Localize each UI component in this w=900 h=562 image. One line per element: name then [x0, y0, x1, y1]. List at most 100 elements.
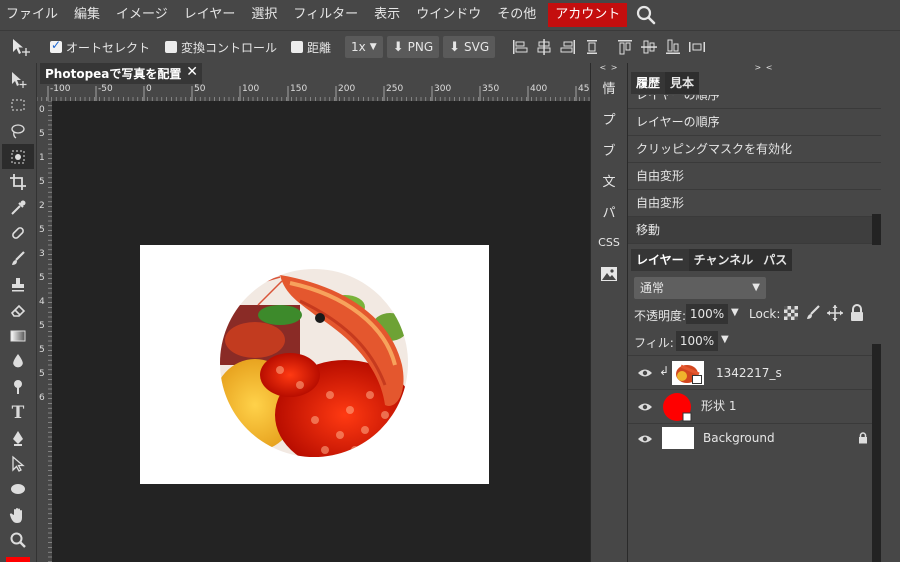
brush-panel-button[interactable]: ブ	[591, 134, 627, 165]
lasso-tool[interactable]	[2, 118, 34, 144]
type-tool[interactable]: T	[2, 400, 34, 426]
align-distribute-icon[interactable]	[583, 38, 601, 56]
distances-checkbox[interactable]: 距離	[291, 39, 331, 56]
foreground-color-swatch[interactable]	[6, 557, 30, 562]
export-png-button[interactable]: ⬇ PNG	[386, 36, 440, 58]
eraser-tool[interactable]	[2, 297, 34, 323]
lock-icon	[858, 432, 868, 447]
menu-image[interactable]: イメージ	[108, 0, 176, 30]
dodge-tool[interactable]	[2, 374, 34, 400]
opacity-input[interactable]: 100%	[686, 304, 728, 324]
canvas-area[interactable]	[52, 101, 590, 562]
history-item[interactable]: 自由変形	[628, 190, 881, 217]
marquee-tool[interactable]	[2, 93, 34, 119]
zoom-tool[interactable]	[2, 528, 34, 554]
tab-layers[interactable]: レイヤー	[631, 249, 689, 271]
layer-row[interactable]: ↲ 1342217_s	[628, 355, 881, 389]
gradient-tool[interactable]	[2, 323, 34, 349]
fill-dropdown-icon[interactable]: ▼	[721, 334, 729, 345]
document-canvas[interactable]	[140, 245, 489, 484]
properties-panel-button[interactable]: プ	[591, 103, 627, 134]
menu-edit[interactable]: 編集	[66, 0, 108, 30]
ruler-label: 5	[39, 273, 45, 283]
align-bottom-icon[interactable]	[664, 38, 682, 56]
fill-input[interactable]: 100%	[676, 331, 718, 351]
close-icon[interactable]: ✕	[186, 64, 198, 80]
align-left-icon[interactable]	[511, 38, 529, 56]
layer-name[interactable]: 形状 1	[701, 397, 736, 414]
eye-icon[interactable]	[637, 402, 653, 412]
menu-select[interactable]: 選択	[243, 0, 285, 30]
zoom-dropdown[interactable]: 1x ▼	[345, 36, 383, 58]
tab-swatches[interactable]: 見本	[665, 72, 700, 94]
opacity-dropdown-icon[interactable]: ▼	[731, 307, 739, 318]
layer-name[interactable]: 1342217_s	[716, 366, 782, 380]
move-tool[interactable]	[2, 67, 34, 93]
blend-mode-select[interactable]: 通常 ▼	[634, 277, 766, 299]
menu-view[interactable]: 表示	[366, 0, 408, 30]
align-middle-icon[interactable]	[640, 38, 658, 56]
collapse-toggle[interactable]: < >	[591, 63, 627, 72]
menu-layer[interactable]: レイヤー	[176, 0, 244, 30]
tab-channels[interactable]: チャンネル	[688, 249, 759, 271]
tab-history[interactable]: 履歴	[631, 72, 666, 94]
menu-file[interactable]: ファイル	[0, 0, 66, 30]
align-center-icon[interactable]	[535, 38, 553, 56]
align-top-icon[interactable]	[616, 38, 634, 56]
crop-tool[interactable]	[2, 169, 34, 195]
brush-tool[interactable]	[2, 246, 34, 272]
layer-row[interactable]: 形状 1	[628, 389, 881, 423]
ruler-label: 3	[39, 249, 45, 259]
path-select-tool[interactable]	[2, 451, 34, 477]
blur-tool[interactable]	[2, 349, 34, 375]
info-panel-button[interactable]: 情	[591, 72, 627, 103]
distances-check[interactable]	[291, 41, 304, 53]
pen-tool[interactable]	[2, 425, 34, 451]
quick-select-icon	[11, 150, 25, 164]
right-panel: > < 履歴 見本 レイヤーの順序 レイヤーの順序 クリッピングマスクを有効化 …	[628, 63, 900, 562]
transform-controls-checkbox[interactable]: 変換コントロール	[165, 39, 277, 56]
history-item[interactable]: レイヤーの順序	[628, 109, 881, 136]
quick-select-tool[interactable]	[2, 143, 34, 170]
lock-transparency-icon[interactable]	[782, 304, 800, 325]
menu-more[interactable]: その他	[489, 0, 544, 30]
distribute-h-icon[interactable]	[688, 38, 706, 56]
tab-paths[interactable]: パス	[758, 249, 793, 271]
layer-name[interactable]: Background	[703, 431, 775, 445]
eye-icon[interactable]	[637, 434, 653, 444]
history-item[interactable]: 自由変形	[628, 163, 881, 190]
history-scrollbar[interactable]	[872, 214, 881, 245]
auto-select-checkbox[interactable]: オートセレクト	[50, 38, 150, 56]
search-icon[interactable]	[635, 4, 657, 26]
collapse-toggle[interactable]: > <	[628, 63, 900, 72]
eraser-icon	[10, 305, 26, 317]
eye-icon[interactable]	[637, 368, 653, 378]
transform-controls-check[interactable]	[165, 41, 178, 53]
menu-account[interactable]: アカウント	[548, 3, 628, 27]
history-item[interactable]: レイヤーの順序	[628, 95, 881, 109]
menu-window[interactable]: ウインドウ	[408, 0, 489, 30]
paragraph-panel-button[interactable]: パ	[591, 196, 627, 227]
auto-select-check[interactable]	[50, 38, 62, 53]
history-item-current[interactable]: 移動	[628, 217, 881, 244]
image-panel-button[interactable]	[591, 258, 627, 289]
history-item[interactable]: クリッピングマスクを有効化	[628, 136, 881, 163]
css-panel-button[interactable]: CSS	[591, 227, 627, 258]
align-right-icon[interactable]	[559, 38, 577, 56]
export-svg-button[interactable]: ⬇ SVG	[443, 36, 496, 58]
hand-tool[interactable]	[2, 502, 34, 528]
menu-filter[interactable]: フィルター	[285, 0, 366, 30]
layers-scrollbar[interactable]	[872, 344, 881, 562]
lock-all-icon[interactable]	[849, 304, 865, 325]
healing-tool[interactable]	[2, 221, 34, 247]
eyedropper-tool[interactable]	[2, 195, 34, 221]
character-panel-button[interactable]: 文	[591, 165, 627, 196]
lock-pixels-icon[interactable]	[804, 304, 822, 325]
document-tab[interactable]: Photopeaで写真を配置 ✕	[40, 63, 202, 84]
layer-thumbnail	[662, 392, 692, 422]
lock-position-icon[interactable]	[826, 304, 844, 325]
stamp-tool[interactable]	[2, 272, 34, 298]
layer-row[interactable]: Background	[628, 423, 881, 453]
ellipse-tool[interactable]	[2, 477, 34, 503]
history-list[interactable]: レイヤーの順序 レイヤーの順序 クリッピングマスクを有効化 自由変形 自由変形 …	[628, 95, 881, 247]
